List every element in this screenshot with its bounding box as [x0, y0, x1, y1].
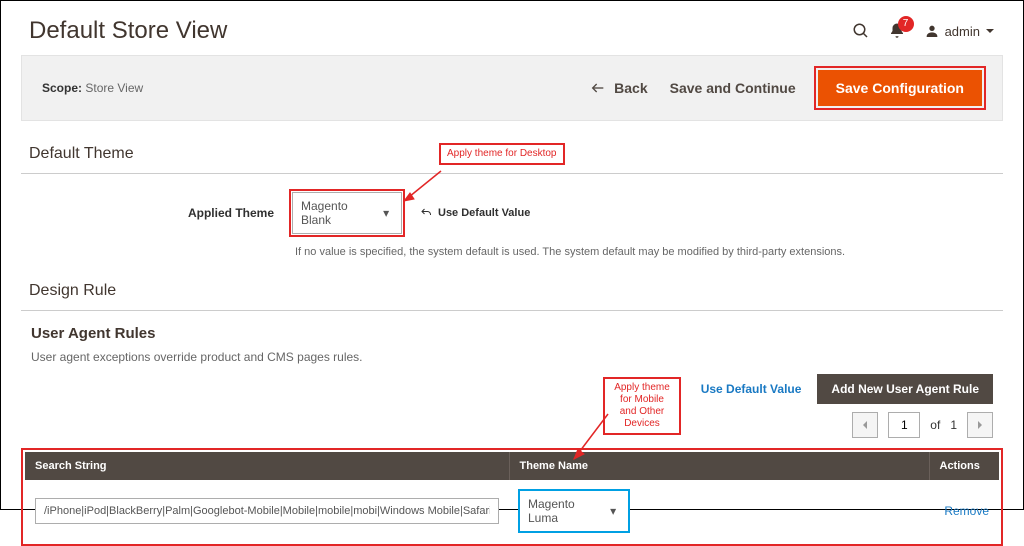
applied-theme-note: If no value is specified, the system def… — [1, 240, 1023, 258]
pager-page-input[interactable] — [888, 412, 920, 438]
remove-rule-link[interactable]: Remove — [944, 504, 989, 518]
search-string-input[interactable] — [35, 498, 499, 524]
pager-prev-button[interactable] — [852, 412, 878, 438]
top-icons: 7 admin — [852, 22, 995, 40]
search-icon[interactable] — [852, 22, 870, 40]
top-bar: Default Store View 7 admin — [1, 1, 1023, 55]
pager: of 1 — [1, 412, 1023, 446]
table-row: Magento Luma ▾ Remove — [25, 480, 999, 542]
admin-username: admin — [945, 24, 980, 39]
annotation-desktop-callout: Apply theme for Desktop — [439, 143, 565, 165]
design-rule-title: Design Rule — [1, 258, 1023, 310]
use-default-value-link[interactable]: Use Default Value — [701, 382, 802, 396]
applied-theme-label: Applied Theme — [29, 206, 274, 220]
page-title: Default Store View — [29, 17, 227, 45]
pager-next-button[interactable] — [967, 412, 993, 438]
annotation-arrow-icon — [396, 169, 446, 209]
scope-label: Scope: — [42, 81, 82, 95]
add-user-agent-rule-button[interactable]: Add New User Agent Rule — [817, 374, 993, 404]
notifications-badge: 7 — [898, 16, 914, 32]
col-search-string: Search String — [25, 452, 509, 480]
theme-name-select[interactable]: Magento Luma ▾ — [519, 490, 629, 532]
user-agent-rules-title: User Agent Rules — [1, 311, 1023, 346]
applied-theme-row: Applied Theme Magento Blank ▾ Use Defaul… — [1, 174, 1023, 240]
scope-indicator: Scope: Store View — [42, 81, 143, 95]
save-configuration-button[interactable]: Save Configuration — [818, 70, 982, 106]
back-button[interactable]: Back — [590, 80, 647, 96]
user-agent-rules-table: Search String Theme Name Actions Magento… — [25, 452, 999, 542]
annotation-arrow-icon — [566, 411, 616, 466]
admin-user-menu[interactable]: admin — [924, 23, 995, 39]
notifications-icon[interactable]: 7 — [888, 22, 906, 40]
user-agent-rules-desc: User agent exceptions override product a… — [1, 346, 1023, 374]
col-actions: Actions — [929, 452, 999, 480]
rules-toolbar: Use Default Value Add New User Agent Rul… — [1, 374, 1023, 412]
chevron-down-icon: ▾ — [606, 504, 620, 518]
pager-of-label: of — [930, 418, 940, 432]
user-agent-rules-table-wrap: Search String Theme Name Actions Magento… — [21, 448, 1003, 546]
scope-value: Store View — [85, 81, 143, 95]
applied-theme-select[interactable]: Magento Blank ▾ — [292, 192, 402, 234]
pager-total: 1 — [950, 418, 957, 432]
save-continue-button[interactable]: Save and Continue — [670, 80, 796, 96]
arrow-left-icon — [590, 80, 606, 96]
scope-bar: Scope: Store View Back Save and Continue… — [21, 55, 1003, 121]
chevron-down-icon: ▾ — [379, 206, 393, 220]
